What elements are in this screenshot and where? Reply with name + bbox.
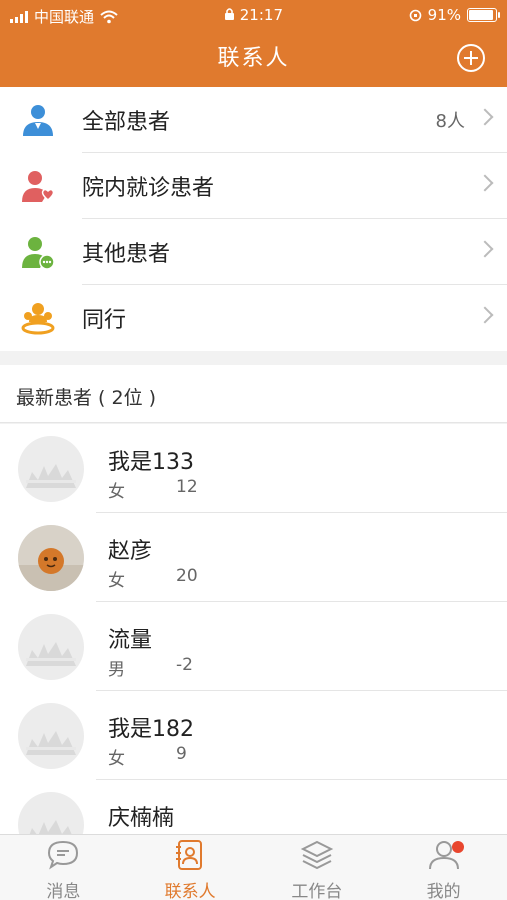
chevron-right-icon [476,306,494,324]
status-bar: 中国联通 21:17 91% [0,0,507,30]
colleagues-icon [21,303,55,335]
message-icon [48,840,79,870]
recent-patients-list: 我是133 女 12 赵彦 女 20 流量 男 -2 我是182 女 9 庆楠楠 [0,424,507,834]
patient-sex: 女 [108,571,125,591]
section-title: 最新患者 ( 2位 ) [16,387,157,409]
patient-age: 12 [176,477,198,497]
tab-profile[interactable]: 我的 [380,835,507,900]
menu-item-inhospital-patients[interactable]: 院内就诊患者 [0,153,507,219]
list-item[interactable]: 我是182 女 9 [0,691,507,780]
patient-age: 20 [176,566,198,586]
patient-age: -2 [176,655,193,675]
avatar [18,703,84,769]
list-item[interactable]: 流量 男 -2 [0,602,507,691]
lock-icon [224,8,234,20]
menu-item-label: 同行 [82,308,127,333]
battery-label: 91% [427,6,461,24]
bottom-tab-bar: 消息 联系人 工作台 我的 [0,834,507,900]
chevron-right-icon [476,240,494,258]
layers-icon [300,840,334,870]
avatar [18,614,84,680]
list-item[interactable]: 我是133 女 12 [0,424,507,513]
contact-category-list: 全部患者 8人 院内就诊患者 其他患者 同行 [0,87,507,351]
patient-sex: 女 [108,749,125,769]
tab-messages[interactable]: 消息 [0,835,127,900]
app-header: 中国联通 21:17 91% 联系人 [0,0,507,87]
tab-label: 工作台 [291,882,343,900]
patient-name: 我是133 [108,450,194,475]
chevron-right-icon [476,174,494,192]
tab-label: 消息 [46,882,81,900]
patient-name: 流量 [108,628,153,653]
doctor-icon [23,105,53,136]
tab-label: 我的 [426,882,461,900]
chevron-right-icon [476,108,494,126]
avatar [18,525,84,591]
orientation-lock-icon [409,9,421,21]
add-contact-button[interactable] [457,44,485,72]
patient-age: 9 [176,744,187,764]
list-item[interactable]: 赵彦 女 20 [0,513,507,602]
patient-sex: 男 [108,660,125,680]
page-title: 联系人 [217,46,290,71]
avatar [18,792,84,834]
patient-name: 我是182 [108,717,194,742]
menu-item-label: 其他患者 [82,242,171,267]
patient-name: 赵彦 [108,539,153,564]
battery-icon [467,8,500,22]
recent-patients-header: 最新患者 ( 2位 ) [0,365,507,423]
patient-name: 庆楠楠 [108,806,175,831]
patient-count: 8人 [435,111,465,132]
tab-workbench[interactable]: 工作台 [254,835,381,900]
avatar [18,436,84,502]
notification-badge [452,841,465,853]
patient-sex: 女 [108,482,125,502]
tab-label: 联系人 [164,882,216,900]
tab-contacts[interactable]: 联系人 [127,835,254,900]
person-more-icon [22,237,55,270]
menu-item-label: 全部患者 [82,110,171,135]
list-item[interactable]: 庆楠楠 [0,780,507,834]
menu-item-all-patients[interactable]: 全部患者 8人 [0,87,507,153]
contacts-icon [176,840,203,870]
menu-item-label: 院内就诊患者 [82,176,215,201]
person-heart-icon [22,171,55,202]
menu-item-colleagues[interactable]: 同行 [0,285,507,351]
clock-label: 21:17 [239,6,283,24]
menu-item-other-patients[interactable]: 其他患者 [0,219,507,285]
